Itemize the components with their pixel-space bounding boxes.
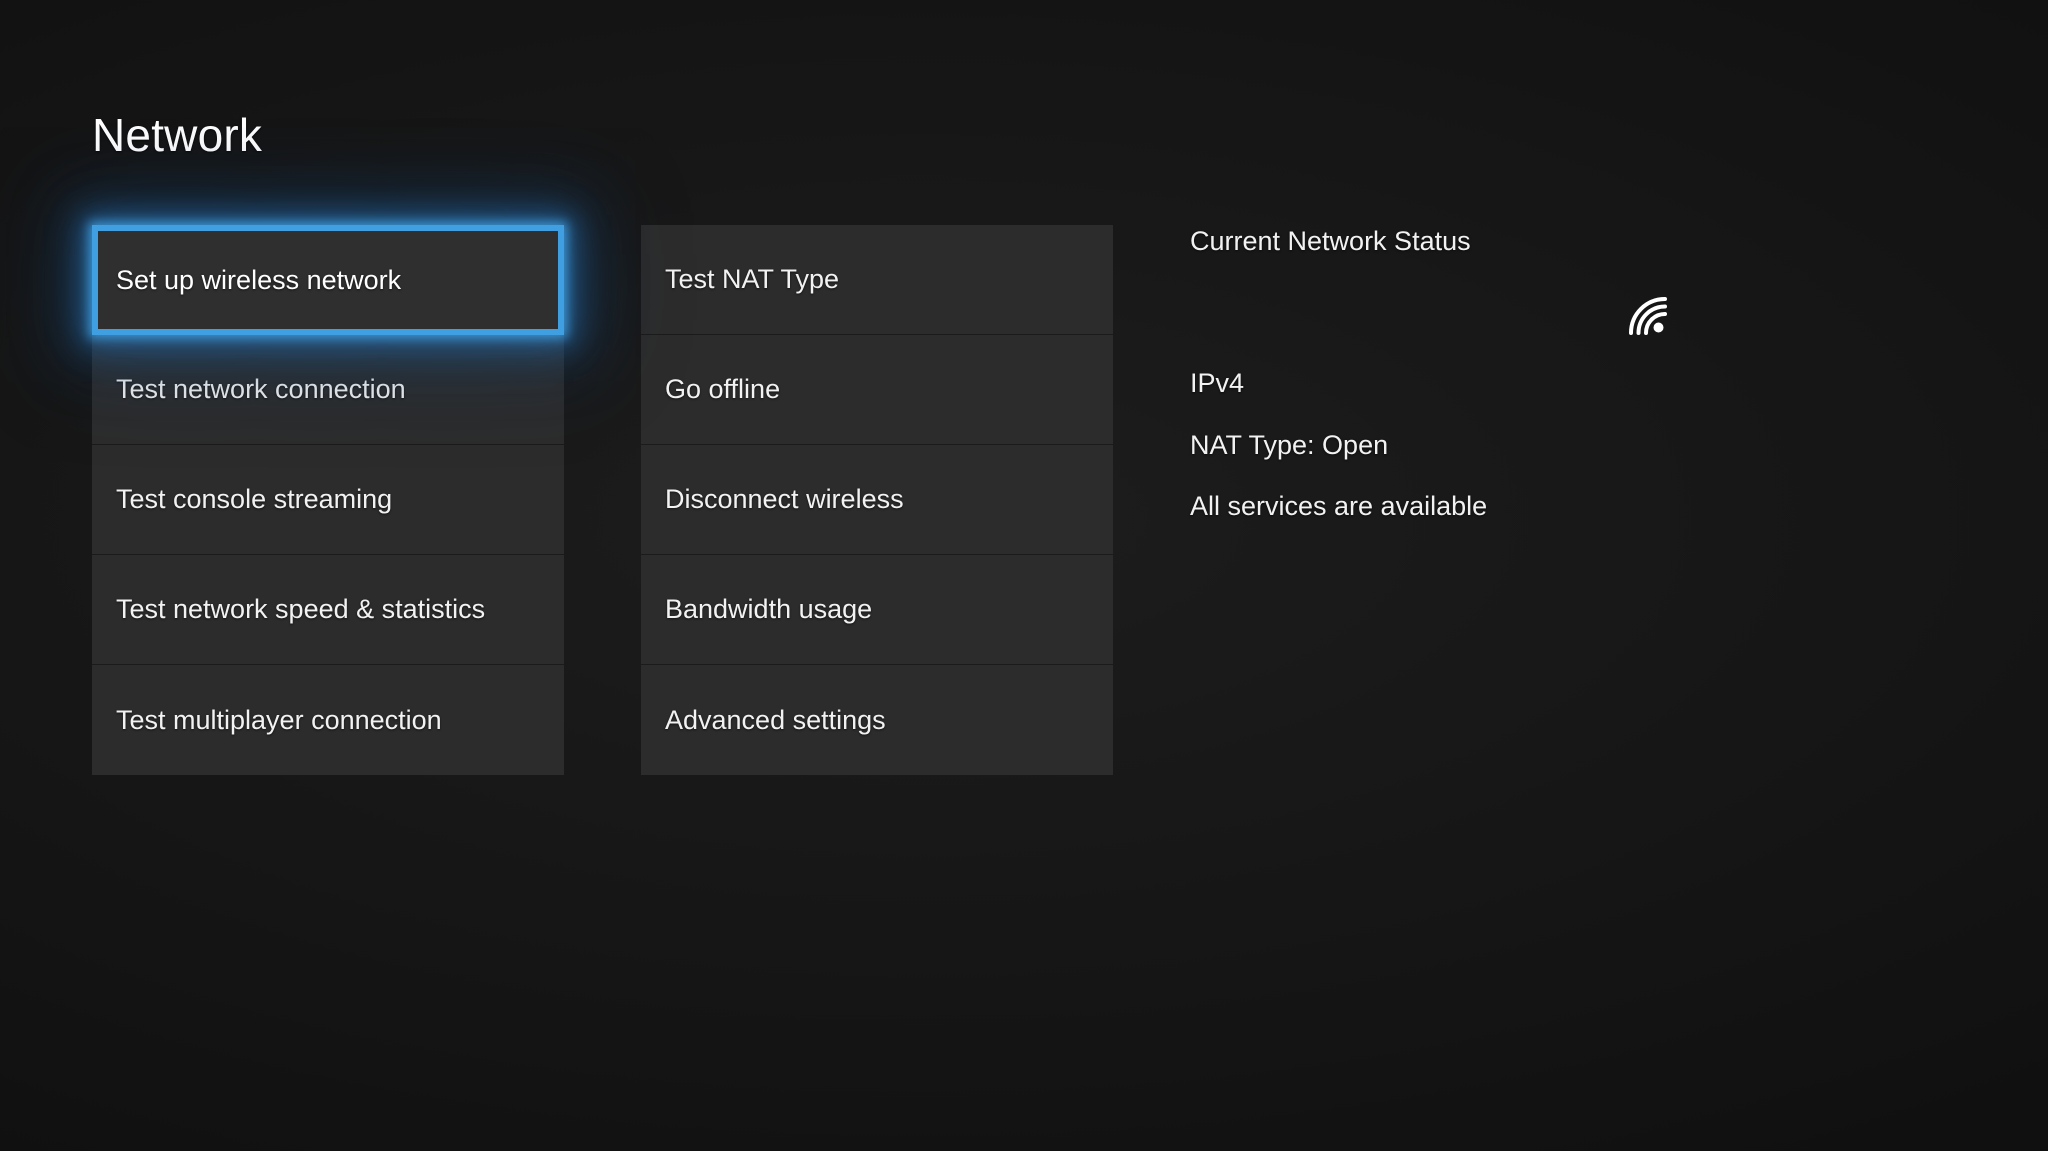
menu-item-middle-3[interactable]: Bandwidth usage	[641, 555, 1113, 665]
status-icon-row	[1190, 257, 1810, 361]
menu-item-left-1[interactable]: Test network connection	[92, 335, 564, 445]
menu-item-label: Disconnect wireless	[665, 483, 904, 515]
menu-item-left-4[interactable]: Test multiplayer connection	[92, 665, 564, 775]
current-network-status-panel: Current Network Status IPv4 NAT Type: Ope…	[1190, 225, 1810, 523]
menu-item-label: Bandwidth usage	[665, 593, 872, 625]
page-title: Network	[92, 112, 262, 158]
menu-item-label: Test network connection	[116, 373, 406, 405]
menu-item-label: Advanced settings	[665, 704, 886, 736]
settings-column-middle: Test NAT Type Go offline Disconnect wirele…	[641, 225, 1113, 775]
menu-item-label: Test console streaming	[116, 483, 392, 515]
menu-item-middle-4[interactable]: Advanced settings	[641, 665, 1113, 775]
wifi-signal-icon	[1625, 293, 1671, 339]
menu-item-label: Test network speed & statistics	[116, 593, 485, 625]
status-line-2: All services are available	[1190, 490, 1810, 522]
menu-item-middle-1[interactable]: Go offline	[641, 335, 1113, 445]
menu-item-label: Test multiplayer connection	[116, 704, 442, 736]
menu-item-middle-2[interactable]: Disconnect wireless	[641, 445, 1113, 555]
settings-column-left: Set up wireless network Test network conn…	[92, 225, 564, 775]
menu-item-left-2[interactable]: Test console streaming	[92, 445, 564, 555]
menu-item-label: Set up wireless network	[116, 264, 401, 296]
menu-item-left-0[interactable]: Set up wireless network	[92, 225, 564, 335]
menu-item-left-3[interactable]: Test network speed & statistics	[92, 555, 564, 665]
menu-item-middle-0[interactable]: Test NAT Type	[641, 225, 1113, 335]
status-detail-lines: IPv4 NAT Type: Open All services are avail…	[1190, 367, 1810, 522]
menu-item-label: Go offline	[665, 373, 780, 405]
network-settings-screen: Network Set up wireless network Test netw…	[0, 0, 2048, 1151]
menu-item-label: Test NAT Type	[665, 263, 839, 295]
status-line-0: IPv4	[1190, 367, 1810, 399]
status-panel-heading: Current Network Status	[1190, 225, 1810, 257]
status-line-1: NAT Type: Open	[1190, 429, 1810, 461]
